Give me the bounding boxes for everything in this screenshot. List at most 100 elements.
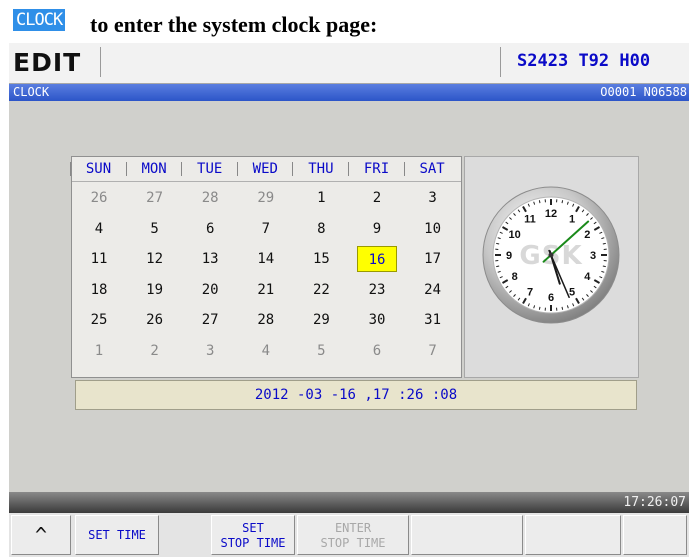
clock-numeral: 9 <box>506 250 512 262</box>
header-separator <box>70 162 71 176</box>
set-stop-time-softkey[interactable]: SET STOP TIME <box>211 515 295 555</box>
calendar-day[interactable]: 26 <box>135 307 175 333</box>
calendar-day[interactable]: 28 <box>190 185 230 211</box>
clock-numeral: 5 <box>569 286 575 298</box>
empty-softkey[interactable] <box>623 515 687 555</box>
calendar-day[interactable]: 7 <box>413 338 453 364</box>
calendar-day[interactable]: 21 <box>246 277 286 303</box>
clock-numeral: 3 <box>590 250 596 262</box>
calendar-day[interactable]: 18 <box>79 277 119 303</box>
weekday-header: MON <box>125 157 181 181</box>
calendar-day[interactable]: 6 <box>190 216 230 242</box>
calendar-day[interactable]: 4 <box>246 338 286 364</box>
set-time-softkey[interactable]: SET TIME <box>75 515 159 555</box>
weekday-label: MON <box>141 161 167 177</box>
caption: CLOCK to enter the system clock page: <box>0 0 689 42</box>
weekday-header: SAT <box>403 157 459 181</box>
clock-numeral: 11 <box>524 214 536 226</box>
header-separator <box>236 162 238 176</box>
calendar-day[interactable]: 26 <box>79 185 119 211</box>
calendar-day[interactable]: 30 <box>357 307 397 333</box>
program-number: O0001 N06588 <box>600 85 687 99</box>
calendar-day[interactable]: 1 <box>79 338 119 364</box>
calendar-day[interactable]: 5 <box>301 338 341 364</box>
clock-numeral: 7 <box>527 286 533 298</box>
weekday-header: WED <box>236 157 292 181</box>
weekday-label: TUE <box>197 161 223 177</box>
weekday-header: THU <box>292 157 347 181</box>
calendar-day[interactable]: 14 <box>246 246 286 272</box>
calendar-day-today[interactable]: 16 <box>357 246 397 272</box>
calendar-day[interactable]: 19 <box>135 277 175 303</box>
calendar-day[interactable]: 3 <box>413 185 453 211</box>
calendar-day[interactable]: 8 <box>301 216 341 242</box>
calendar-day[interactable]: 4 <box>79 216 119 242</box>
calendar-day[interactable]: 9 <box>357 216 397 242</box>
calendar-day[interactable]: 2 <box>357 185 397 211</box>
calendar-day[interactable]: 27 <box>190 307 230 333</box>
weekday-label: THU <box>308 161 334 177</box>
weekday-header: FRI <box>348 157 403 181</box>
header-divider <box>500 47 501 77</box>
clock-numeral: 1 <box>569 214 575 226</box>
modal-status: S2423 T92 H00 <box>517 51 650 71</box>
header-separator <box>125 162 127 176</box>
calendar-day[interactable]: 29 <box>301 307 341 333</box>
weekday-label: WED <box>252 161 278 177</box>
calendar-day[interactable]: 6 <box>357 338 397 364</box>
clock-numeral: 2 <box>584 229 590 241</box>
weekday-label: SUN <box>85 161 112 177</box>
tool-value: T92 <box>578 51 610 71</box>
clock-numeral: 10 <box>509 229 521 241</box>
calendar-day[interactable]: 3 <box>190 338 230 364</box>
calendar-day[interactable]: 1 <box>301 185 341 211</box>
calendar-day[interactable]: 13 <box>190 246 230 272</box>
calendar-day[interactable]: 27 <box>135 185 175 211</box>
minute-tick <box>538 200 541 204</box>
calendar-day[interactable]: 25 <box>79 307 119 333</box>
calendar-day[interactable]: 20 <box>190 277 230 303</box>
datetime-value: 2012 -03 -16 ,17 :26 :08 <box>254 387 458 403</box>
minute-tick <box>496 265 500 268</box>
main-content: SUN MON TUE WED THU FRI SAT 26 27 28 29 1 2 3 4 5 6 7 8 9 1… <box>9 101 689 492</box>
spindle-value: S2423 <box>517 51 569 71</box>
calendar-day[interactable]: 31 <box>413 307 453 333</box>
calendar-day[interactable]: 2 <box>135 338 175 364</box>
status-header: EDIT S2423 T92 H00 <box>9 43 689 84</box>
minute-tick <box>561 306 564 310</box>
minute-tick <box>538 306 541 310</box>
softkey-label: SET TIME <box>88 528 146 542</box>
status-footer: 17:26:07 <box>9 492 689 513</box>
calendar-day[interactable]: 22 <box>301 277 341 303</box>
clock-numeral: 12 <box>545 208 557 220</box>
empty-softkey[interactable] <box>525 515 621 555</box>
calendar-day[interactable]: 10 <box>413 216 453 242</box>
page-title-bar: CLOCK O0001 N06588 <box>9 84 689 101</box>
clock-key-label: CLOCK <box>13 9 66 31</box>
calendar: SUN MON TUE WED THU FRI SAT 26 27 28 29 1 2 3 4 5 6 7 8 9 1… <box>70 156 462 378</box>
empty-softkey[interactable] <box>411 515 523 555</box>
mode-indicator: EDIT <box>13 48 82 77</box>
calendar-day[interactable]: 29 <box>246 185 286 211</box>
softkey-label-line1: SET <box>242 521 264 535</box>
header-divider <box>100 47 101 77</box>
calendar-day[interactable]: 12 <box>135 246 175 272</box>
enter-stop-time-softkey[interactable]: ENTER STOP TIME <box>297 515 409 555</box>
calendar-day[interactable]: 5 <box>135 216 175 242</box>
page-title: CLOCK <box>13 85 50 99</box>
back-softkey[interactable]: ^ <box>11 515 71 555</box>
header-separator <box>403 162 405 176</box>
analog-clock: GSK 121234567891011 <box>482 186 620 324</box>
clock-numeral: 6 <box>548 292 554 304</box>
calendar-day[interactable]: 11 <box>79 246 119 272</box>
calendar-header: SUN MON TUE WED THU FRI SAT <box>70 157 461 182</box>
calendar-day[interactable]: 24 <box>413 277 453 303</box>
calendar-day[interactable]: 7 <box>246 216 286 242</box>
calendar-day[interactable]: 28 <box>246 307 286 333</box>
calendar-day[interactable]: 23 <box>357 277 397 303</box>
h-offset-value: H00 <box>619 51 651 71</box>
calendar-day[interactable]: 17 <box>413 246 453 272</box>
calendar-day[interactable]: 15 <box>301 246 341 272</box>
status-time: 17:26:07 <box>623 495 686 510</box>
minute-tick <box>561 200 564 204</box>
